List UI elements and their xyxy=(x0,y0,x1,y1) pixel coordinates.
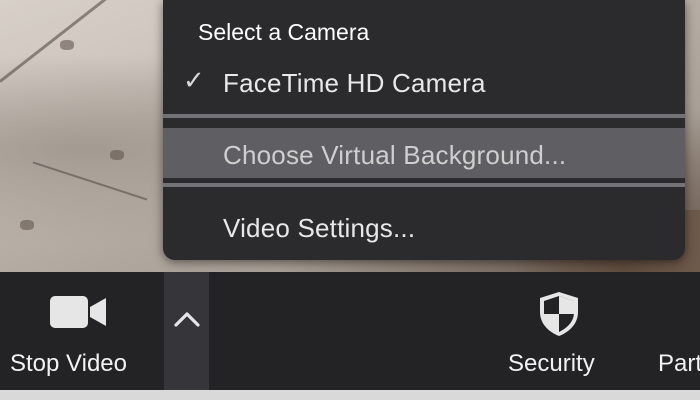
chevron-up-icon xyxy=(173,310,201,333)
shield-icon xyxy=(537,290,581,343)
checkmark-icon: ✓ xyxy=(183,65,205,95)
camera-menu-header: Select a Camera xyxy=(198,19,370,45)
stop-video-label: Stop Video xyxy=(10,350,127,377)
video-camera-icon xyxy=(50,294,108,335)
stop-video-button[interactable]: Stop Video xyxy=(0,272,160,390)
menu-item-label: FaceTime HD Camera xyxy=(223,68,486,98)
menu-separator xyxy=(163,114,685,118)
menu-separator xyxy=(163,183,685,187)
video-texture xyxy=(32,161,148,201)
video-texture xyxy=(110,150,124,160)
participants-button[interactable]: Participants xyxy=(652,272,700,390)
video-options-caret-button[interactable] xyxy=(164,272,209,390)
security-label: Security xyxy=(508,350,595,377)
camera-menu: Select a Camera ✓ FaceTime HD Camera Cho… xyxy=(163,0,685,260)
menu-item-facetime-camera[interactable]: ✓ FaceTime HD Camera xyxy=(163,58,685,110)
video-texture xyxy=(60,40,74,50)
video-texture xyxy=(20,220,34,230)
participants-label: Participants xyxy=(658,350,700,377)
menu-item-label: Video Settings... xyxy=(223,213,416,243)
menu-item-video-settings[interactable]: Video Settings... xyxy=(163,203,685,255)
menu-item-label: Choose Virtual Background... xyxy=(223,140,567,170)
security-button[interactable]: Security xyxy=(500,272,616,390)
window-bottom-edge xyxy=(0,390,700,400)
video-texture xyxy=(0,0,159,83)
menu-item-choose-virtual-background[interactable]: Choose Virtual Background... xyxy=(163,128,685,178)
